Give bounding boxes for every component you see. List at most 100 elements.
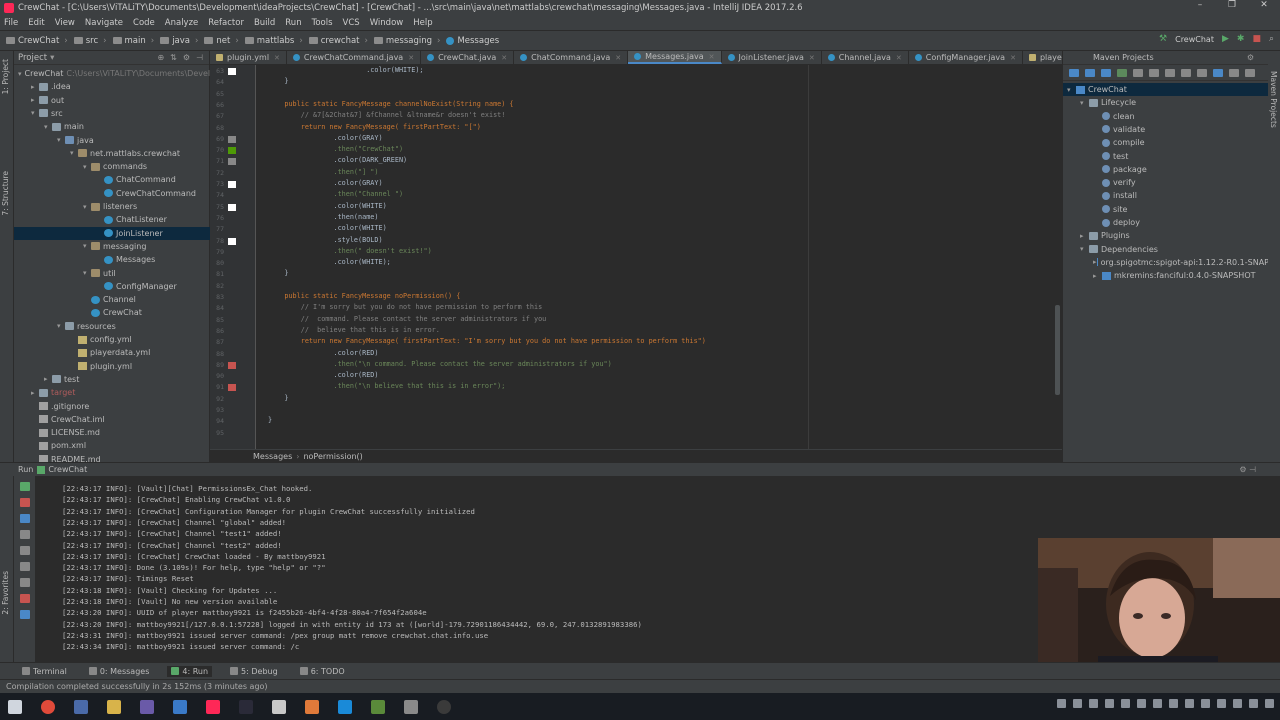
app-icon-2[interactable] xyxy=(74,699,88,714)
breadcrumb-item[interactable]: net › xyxy=(204,36,239,46)
tray-icon-7[interactable] xyxy=(1153,699,1162,708)
project-tool-tab[interactable]: 1: Project xyxy=(1,59,10,94)
tool-window-button[interactable]: 5: Debug xyxy=(226,666,282,677)
build-hammer-icon[interactable]: ⚒ xyxy=(1159,34,1167,44)
tray-icon-8[interactable] xyxy=(1169,699,1178,708)
minimize-icon[interactable]: – xyxy=(1184,0,1216,10)
close-run-icon[interactable] xyxy=(20,594,30,603)
maven-tree-item[interactable]: ▸ org.spigotmc:spigot-api:1.12.2-R0.1-SNA… xyxy=(1063,256,1269,269)
print-icon[interactable] xyxy=(20,562,30,571)
tool-window-button[interactable]: 4: Run xyxy=(167,665,213,677)
hide-icon[interactable]: ⊣ xyxy=(196,53,203,62)
app-icon-12[interactable] xyxy=(404,699,418,714)
close-tab-icon[interactable]: ✕ xyxy=(615,54,621,62)
maven-tree-item[interactable]: compile xyxy=(1063,136,1269,149)
tree-item[interactable]: ▸ out xyxy=(14,94,210,107)
app-icon-4[interactable] xyxy=(140,699,154,714)
close-icon[interactable]: ✕ xyxy=(1248,0,1280,10)
expand-arrow-icon[interactable]: ▾ xyxy=(57,322,65,330)
tree-item[interactable]: Messages xyxy=(14,253,210,266)
tree-item[interactable]: ▾ CrewChat C:\Users\ViTALiTY\Documents\Dev… xyxy=(14,67,210,80)
tree-item[interactable]: .gitignore xyxy=(14,400,210,413)
chrome-icon[interactable] xyxy=(41,699,55,714)
menu-item-vcs[interactable]: VCS xyxy=(343,18,360,28)
tree-item[interactable]: config.yml xyxy=(14,333,210,346)
skip-tests-icon[interactable] xyxy=(1197,68,1207,77)
file-explorer-icon[interactable] xyxy=(107,699,121,714)
tree-item[interactable]: ▸ .idea xyxy=(14,80,210,93)
run-settings-gear-icon[interactable]: ⚙ ⊣ xyxy=(1239,465,1256,474)
maximize-icon[interactable]: ❐ xyxy=(1216,0,1248,10)
help-icon[interactable] xyxy=(20,610,30,619)
execute-maven-goal-icon[interactable] xyxy=(1165,68,1175,77)
menu-item-file[interactable]: File xyxy=(4,18,18,28)
search-everywhere-icon[interactable]: ⌕ xyxy=(1269,34,1274,44)
menu-item-edit[interactable]: Edit xyxy=(28,18,44,28)
breadcrumb-item[interactable]: crewchat › xyxy=(308,36,368,46)
expand-arrow-icon[interactable]: ▾ xyxy=(1080,99,1089,107)
expand-arrow-icon[interactable]: ▸ xyxy=(31,83,39,91)
expand-arrow-icon[interactable]: ▾ xyxy=(1067,86,1076,94)
tool-window-button[interactable]: 6: TODO xyxy=(296,666,349,677)
debug-icon[interactable]: ✱ xyxy=(1237,34,1245,44)
breadcrumb-item[interactable]: java › xyxy=(160,36,198,46)
tree-item[interactable]: ▾ messaging xyxy=(14,240,210,253)
tree-item[interactable]: ▾ listeners xyxy=(14,200,210,213)
generate-sources-icon[interactable] xyxy=(1085,68,1095,77)
close-tab-icon[interactable]: ✕ xyxy=(709,53,715,61)
tree-item[interactable]: LICENSE.md xyxy=(14,426,210,439)
menu-item-build[interactable]: Build xyxy=(254,18,275,28)
maven-tree-item[interactable]: ▾ Lifecycle xyxy=(1063,96,1269,109)
expand-arrow-icon[interactable]: ▾ xyxy=(18,70,22,78)
tree-item[interactable]: ▸ test xyxy=(14,373,210,386)
tray-icon-12[interactable] xyxy=(1233,699,1242,708)
menu-item-tools[interactable]: Tools xyxy=(312,18,333,28)
close-tab-icon[interactable]: ✕ xyxy=(501,54,507,62)
tree-item[interactable]: JoinListener xyxy=(14,226,210,240)
editor-tab[interactable]: ChatCommand.java ✕ xyxy=(514,51,629,64)
dump-threads-icon[interactable] xyxy=(20,546,30,555)
editor-tab[interactable]: JoinListener.java ✕ xyxy=(722,51,822,64)
maven-settings-tool-icon[interactable] xyxy=(1245,68,1255,77)
editor-tab[interactable]: CrewChat.java ✕ xyxy=(421,51,515,64)
expand-arrow-icon[interactable]: ▸ xyxy=(31,389,39,397)
tree-item[interactable]: ▸ target xyxy=(14,386,210,399)
expand-arrow-icon[interactable]: ▾ xyxy=(57,136,65,144)
tool-window-button[interactable]: Terminal xyxy=(18,666,71,677)
expand-arrow-icon[interactable]: ▾ xyxy=(83,163,91,171)
maven-projects-tool-tab[interactable]: Maven Projects xyxy=(1269,71,1278,128)
close-tab-icon[interactable]: ✕ xyxy=(274,54,280,62)
editor-tab[interactable]: CrewChatCommand.java ✕ xyxy=(287,51,422,64)
close-tab-icon[interactable]: ✕ xyxy=(896,54,902,62)
editor-tab[interactable]: ConfigManager.java ✕ xyxy=(909,51,1023,64)
tray-icon-11[interactable] xyxy=(1217,699,1226,708)
maven-tree-item[interactable]: ▾ CrewChat xyxy=(1063,83,1269,96)
add-maven-project-icon[interactable] xyxy=(1117,68,1127,77)
tray-icon-6[interactable] xyxy=(1137,699,1146,708)
tray-icon-14[interactable] xyxy=(1265,699,1274,708)
expand-arrow-icon[interactable]: ▾ xyxy=(31,109,39,117)
expand-arrow-icon[interactable]: ▸ xyxy=(1080,232,1089,240)
maven-tree-item[interactable]: ▾ Dependencies xyxy=(1063,243,1269,256)
minus-icon[interactable] xyxy=(1133,68,1143,77)
breadcrumb-method[interactable]: noPermission() xyxy=(303,452,362,461)
maven-tree-item[interactable]: deploy xyxy=(1063,216,1269,229)
expand-arrow-icon[interactable]: ▾ xyxy=(1080,245,1089,253)
minecraft-icon[interactable] xyxy=(371,699,385,714)
tree-item[interactable]: CrewChatCommand xyxy=(14,187,210,200)
menu-item-code[interactable]: Code xyxy=(133,18,155,28)
tray-icon-5[interactable] xyxy=(1121,699,1130,708)
tray-icon-2[interactable] xyxy=(1073,699,1082,708)
tree-item[interactable]: ChatCommand xyxy=(14,173,210,186)
rerun-icon[interactable] xyxy=(20,482,30,491)
breadcrumb-item[interactable]: main › xyxy=(112,36,154,46)
tray-icon-3[interactable] xyxy=(1089,699,1098,708)
stop-run-icon[interactable] xyxy=(20,498,30,507)
editor-tab[interactable]: Messages.java ✕ xyxy=(628,51,722,64)
obs-icon[interactable] xyxy=(437,699,451,714)
menu-item-run[interactable]: Run xyxy=(285,18,301,28)
tree-item[interactable]: playerdata.yml xyxy=(14,346,210,359)
expand-arrow-icon[interactable]: ▸ xyxy=(31,96,39,104)
expand-arrow-icon[interactable]: ▾ xyxy=(83,203,91,211)
breadcrumb-item[interactable]: Messages xyxy=(446,36,499,46)
